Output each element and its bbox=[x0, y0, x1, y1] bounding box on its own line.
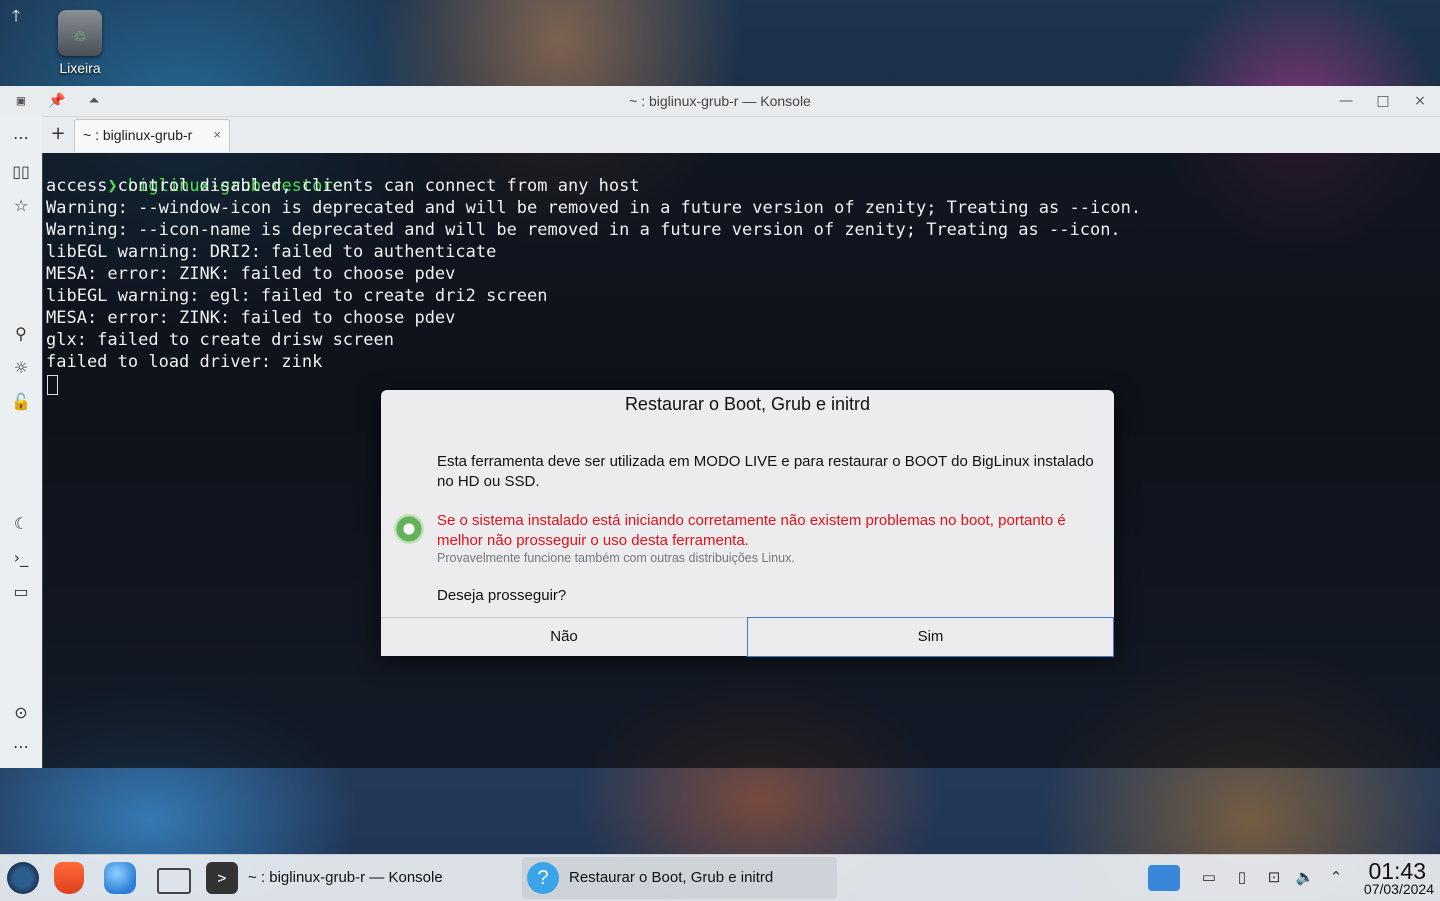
left-sidebar: ⋯ ▯▯ ☆ ⚲ ☼ 🔓 ☾ ›_ ▭ ⊙ ⋯ bbox=[0, 116, 43, 768]
more-options-icon[interactable]: ⋯ bbox=[9, 126, 33, 150]
output-line: libEGL warning: DRI2: failed to authenti… bbox=[46, 242, 497, 262]
app-launcher-icon[interactable] bbox=[7, 862, 39, 894]
taskbar: > ~ : biglinux-grub-r — Konsole ? Restau… bbox=[0, 854, 1440, 901]
volume-icon[interactable]: 🔈 bbox=[1295, 868, 1315, 888]
tab-close-icon[interactable]: × bbox=[213, 120, 221, 150]
confirm-dialog: Restaurar o Boot, Grub e initrd Esta fer… bbox=[381, 390, 1114, 657]
yes-button[interactable]: Sim bbox=[747, 617, 1114, 657]
output-line: MESA: error: ZINK: failed to choose pdev bbox=[46, 308, 456, 328]
dialog-description: Esta ferramenta deve ser utilizada em MO… bbox=[437, 453, 1094, 490]
tab-bar: + ~ : biglinux-grub-r × bbox=[42, 117, 1440, 153]
tab-label: ~ : biglinux-grub-r bbox=[83, 127, 193, 143]
search-icon[interactable]: ⚲ bbox=[9, 322, 33, 346]
bug-icon[interactable]: ☼ bbox=[9, 356, 33, 380]
task-dialog-label: Restaurar o Boot, Grub e initrd bbox=[569, 869, 774, 886]
tab-terminal[interactable]: ~ : biglinux-grub-r × bbox=[74, 119, 230, 152]
display-icon[interactable]: ▭ bbox=[1199, 868, 1219, 888]
output-line: glx: failed to create drisw screen bbox=[46, 330, 394, 350]
usb-device-icon[interactable]: ▯ bbox=[1232, 868, 1252, 888]
output-line: MESA: error: ZINK: failed to choose pdev bbox=[46, 264, 456, 284]
more-icon[interactable]: ⋯ bbox=[9, 735, 33, 759]
task-konsole-label: ~ : biglinux-grub-r — Konsole bbox=[248, 869, 443, 886]
output-line: Warning: --icon-name is deprecated and w… bbox=[46, 220, 1121, 240]
terminal-cursor bbox=[47, 375, 58, 395]
task-konsole[interactable]: > ~ : biglinux-grub-r — Konsole bbox=[204, 857, 504, 899]
trash-desktop-icon[interactable]: Lixeira bbox=[50, 10, 110, 76]
output-line: failed to load driver: zink bbox=[46, 352, 323, 372]
chevron-up-icon[interactable]: ⌃ bbox=[1326, 868, 1346, 888]
no-button[interactable]: Não bbox=[381, 617, 748, 656]
output-line: libEGL warning: egl: failed to create dr… bbox=[46, 286, 548, 306]
clock-date[interactable]: 07/03/2024 bbox=[1364, 881, 1434, 897]
output-line: access control disabled, clients can con… bbox=[46, 176, 640, 196]
split-view-icon[interactable]: ▯▯ bbox=[9, 160, 33, 184]
terminal-icon[interactable]: ›_ bbox=[9, 546, 33, 570]
comment-icon[interactable]: ▭ bbox=[9, 580, 33, 604]
network-icon[interactable]: ⊡ bbox=[1264, 868, 1284, 888]
dialog-warning: Se o sistema instalado está iniciando co… bbox=[437, 512, 1066, 549]
dialog-title: Restaurar o Boot, Grub e initrd bbox=[624, 394, 871, 414]
monitor-activity-icon[interactable]: ☾ bbox=[9, 512, 33, 536]
dialog-question: Deseja prosseguir? bbox=[437, 587, 567, 604]
help-question-icon: ? bbox=[527, 862, 559, 894]
task-dialog[interactable]: ? Restaurar o Boot, Grub e initrd bbox=[522, 857, 837, 899]
konsole-task-icon: > bbox=[206, 862, 238, 894]
record-stop-icon[interactable]: ⊙ bbox=[9, 701, 33, 725]
trash-icon bbox=[58, 10, 102, 56]
workspaces-icon[interactable] bbox=[1148, 865, 1180, 891]
unlock-icon[interactable]: 🔓 bbox=[9, 390, 33, 414]
bookmark-star-icon[interactable]: ☆ bbox=[9, 194, 33, 218]
dialog-note: Provavelmente funcione também com outras… bbox=[437, 551, 795, 565]
desktop-icon[interactable] bbox=[157, 868, 191, 894]
brave-browser-icon[interactable] bbox=[54, 862, 84, 894]
trash-label: Lixeira bbox=[59, 60, 101, 76]
settings-gear-icon bbox=[394, 514, 424, 544]
file-manager-icon[interactable] bbox=[104, 862, 136, 894]
output-line: Warning: --window-icon is deprecated and… bbox=[46, 198, 1142, 218]
new-tab-button[interactable]: + bbox=[48, 123, 68, 144]
arrow-up-icon[interactable]: 🡑 bbox=[6, 6, 26, 26]
